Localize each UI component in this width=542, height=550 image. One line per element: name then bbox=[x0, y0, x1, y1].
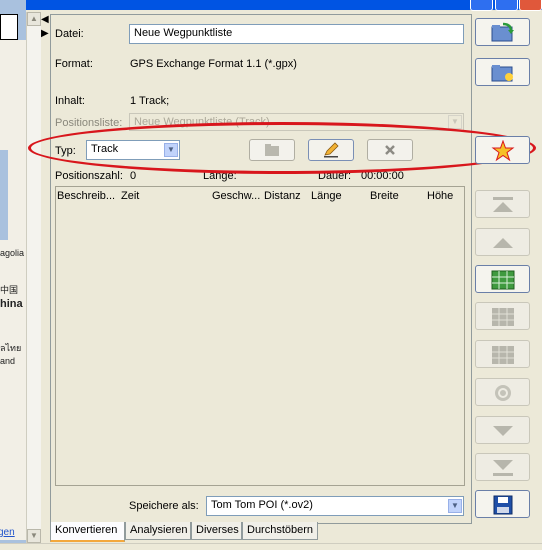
map-label: ลไทย bbox=[0, 343, 22, 353]
grid-icon bbox=[491, 270, 514, 290]
new-list-button[interactable] bbox=[475, 58, 530, 86]
save-format-select[interactable]: Tom Tom POI (*.ov2) ▼ bbox=[206, 496, 464, 516]
map-label: 中国 bbox=[0, 285, 19, 295]
positionsliste-select: Neue Wegpunktliste (Track) ▼ bbox=[129, 113, 464, 131]
map-link[interactable]: gen bbox=[0, 527, 15, 538]
tab-konvertieren[interactable]: Konvertieren bbox=[50, 522, 125, 542]
minimize-button[interactable] bbox=[470, 0, 493, 11]
pencil-icon bbox=[324, 142, 339, 158]
dauer-label: Dauer: bbox=[318, 170, 352, 182]
scroll-up-icon[interactable]: ▲ bbox=[27, 12, 41, 26]
move-bottom-icon bbox=[492, 460, 513, 476]
copy-to-waypoints-button[interactable] bbox=[249, 139, 295, 161]
folder-icon bbox=[265, 144, 279, 156]
column-header-distanz[interactable]: Distanz bbox=[264, 190, 301, 202]
scroll-down-icon[interactable]: ▼ bbox=[27, 529, 41, 543]
expand-right-icon[interactable]: ▶ bbox=[41, 28, 49, 39]
table-view-button[interactable] bbox=[475, 265, 530, 293]
column-header-beschreibung[interactable]: Beschreib... bbox=[57, 190, 115, 202]
edit-button[interactable] bbox=[308, 139, 354, 161]
positionsliste-value: Neue Wegpunktliste (Track) bbox=[134, 116, 270, 128]
new-folder-icon bbox=[491, 65, 513, 82]
column-header-zeit[interactable]: Zeit bbox=[121, 190, 139, 202]
typ-select[interactable]: Track ▼ bbox=[86, 140, 180, 160]
title-bar bbox=[0, 0, 542, 11]
close-icon bbox=[385, 145, 395, 155]
tab-analysieren[interactable]: Analysieren bbox=[125, 522, 191, 540]
grid-button-2[interactable] bbox=[475, 302, 530, 330]
maximize-button[interactable] bbox=[495, 0, 518, 11]
datei-label: Datei: bbox=[55, 28, 84, 40]
format-value: GPS Exchange Format 1.1 (*.gpx) bbox=[130, 58, 297, 70]
open-file-button[interactable] bbox=[475, 18, 530, 46]
move-bottom-button[interactable] bbox=[475, 453, 530, 481]
arrow-down-icon bbox=[492, 426, 513, 436]
column-header-hoehe[interactable]: Höhe bbox=[427, 190, 453, 202]
tab-durchstoebern[interactable]: Durchstöbern bbox=[242, 522, 318, 540]
refresh-icon bbox=[494, 385, 511, 401]
positions-table[interactable]: Beschreib... Zeit Geschw... Distanz Läng… bbox=[55, 186, 465, 486]
refresh-button[interactable] bbox=[475, 378, 530, 406]
chevron-down-icon[interactable]: ▼ bbox=[448, 499, 462, 513]
splitter-handle[interactable]: ◀ ▶ bbox=[41, 12, 49, 543]
close-window-button[interactable] bbox=[519, 0, 542, 11]
speichere-label: Speichere als: bbox=[129, 500, 199, 512]
star-icon bbox=[491, 140, 514, 162]
grid-icon bbox=[491, 346, 514, 364]
map-view[interactable]: agolia 中国 hina ลไทย and gen bbox=[0, 0, 26, 549]
chevron-down-icon: ▼ bbox=[448, 115, 462, 129]
inhalt-value: 1 Track; bbox=[130, 95, 170, 107]
inhalt-label: Inhalt: bbox=[55, 95, 85, 107]
grid-button-3[interactable] bbox=[475, 340, 530, 368]
map-label: and bbox=[0, 356, 16, 366]
datei-field[interactable]: Neue Wegpunktliste bbox=[129, 24, 464, 44]
delete-button[interactable] bbox=[367, 139, 413, 161]
grid-icon bbox=[491, 308, 514, 326]
collapse-left-icon[interactable]: ◀ bbox=[41, 14, 49, 25]
format-label: Format: bbox=[55, 58, 93, 70]
open-folder-icon bbox=[491, 22, 514, 42]
floppy-disk-icon bbox=[493, 495, 512, 515]
map-overview-box bbox=[0, 14, 18, 40]
save-format-value: Tom Tom POI (*.ov2) bbox=[211, 499, 313, 511]
column-header-breite[interactable]: Breite bbox=[370, 190, 399, 202]
map-label: hina bbox=[0, 298, 23, 310]
column-header-laenge[interactable]: Länge bbox=[311, 190, 342, 202]
save-button[interactable] bbox=[475, 490, 530, 518]
arrow-up-icon bbox=[492, 238, 513, 248]
typ-value: Track bbox=[91, 143, 119, 155]
map-scrollbar[interactable]: ▲ ▼ bbox=[26, 12, 41, 543]
move-up-button[interactable] bbox=[475, 228, 530, 256]
positionsliste-label: Positionsliste: bbox=[55, 117, 123, 129]
tab-diverses[interactable]: Diverses bbox=[191, 522, 242, 540]
typ-label: Typ: bbox=[55, 145, 76, 157]
new-track-button[interactable] bbox=[475, 136, 530, 164]
move-top-icon bbox=[492, 197, 513, 212]
positionszahl-label: Positionszahl: bbox=[55, 170, 123, 182]
column-header-geschwindigkeit[interactable]: Geschw... bbox=[212, 190, 260, 202]
positionszahl-value: 0 bbox=[130, 170, 137, 182]
chevron-down-icon[interactable]: ▼ bbox=[164, 143, 178, 157]
map-label: agolia bbox=[0, 248, 25, 258]
move-top-button[interactable] bbox=[475, 190, 530, 218]
move-down-button[interactable] bbox=[475, 416, 530, 444]
laenge-label: Länge: bbox=[203, 170, 237, 182]
dauer-value: 00:00:00 bbox=[361, 170, 404, 182]
